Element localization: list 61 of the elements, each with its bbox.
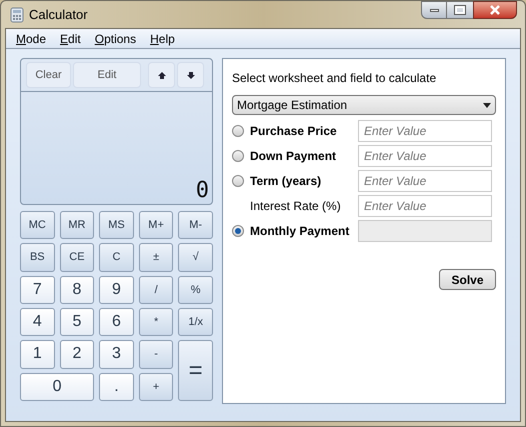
maximize-button[interactable] [447, 1, 473, 19]
close-icon [489, 5, 501, 15]
calculator-key[interactable]: 8 [60, 276, 94, 304]
menu-item[interactable]: Options [94, 30, 136, 48]
calculator-key[interactable]: + [138, 372, 174, 401]
calculator-key[interactable]: = [178, 340, 213, 401]
calculator-key[interactable]: 7 [20, 276, 55, 304]
field-label: Monthly Payment [250, 223, 350, 240]
scroll-up-button[interactable] [148, 62, 175, 88]
value-field[interactable]: Enter Value [358, 195, 492, 217]
calculator-key[interactable]: M+ [138, 211, 174, 240]
minimize-button[interactable] [421, 1, 447, 19]
calculator-key[interactable]: / [138, 276, 174, 304]
radio-button[interactable] [232, 150, 244, 162]
edit-history-button[interactable]: Edit [73, 62, 141, 88]
calculator-key[interactable]: MC [20, 211, 55, 240]
instruction-text: Select worksheet and field to calculate [232, 70, 438, 87]
calculator-key[interactable]: 6 [99, 308, 134, 336]
field-label: Term (years) [250, 173, 322, 190]
value-field[interactable]: Enter Value [358, 120, 492, 142]
clear-history-button[interactable]: Clear [26, 62, 71, 88]
calculator-key[interactable]: 2 [60, 340, 94, 369]
menu-item[interactable]: Edit [60, 30, 81, 48]
calculator-key[interactable]: 4 [20, 308, 55, 336]
calculator-key[interactable]: 9 [99, 276, 134, 304]
display-value: 0 [196, 180, 209, 202]
up-arrow-icon [158, 72, 166, 78]
calculator-key[interactable]: MR [60, 211, 94, 240]
down-arrow-icon [186, 72, 194, 78]
field-label: Down Payment [250, 148, 336, 165]
menu-item[interactable]: Help [150, 30, 175, 48]
calculator-key[interactable]: 1/x [178, 308, 213, 336]
scroll-down-button[interactable] [177, 62, 204, 88]
field-label: Purchase Price [250, 123, 337, 140]
calculator-key[interactable]: 1 [20, 340, 55, 369]
calculator-key[interactable]: % [178, 276, 213, 304]
close-button[interactable] [473, 1, 517, 19]
calculator-key[interactable]: CE [60, 243, 94, 272]
calculator-key[interactable]: 5 [60, 308, 94, 336]
calculator-key[interactable]: ± [138, 243, 174, 272]
calculator-key[interactable]: 0 [20, 372, 94, 401]
radio-button[interactable] [232, 175, 244, 187]
calculator-key[interactable]: M- [178, 211, 213, 240]
worksheet-dropdown[interactable]: Mortgage Estimation [232, 95, 496, 115]
calculator-key[interactable]: √ [178, 243, 213, 272]
value-field[interactable]: Enter Value [358, 145, 492, 167]
calculator-key[interactable]: MS [99, 211, 134, 240]
calculator-key[interactable]: * [138, 308, 174, 336]
field-label: Interest Rate (%) [250, 198, 341, 215]
dropdown-arrow-icon [483, 102, 491, 108]
solve-button[interactable]: Solve [439, 269, 496, 290]
calculator-icon [9, 6, 25, 22]
calculator-key[interactable]: - [138, 340, 174, 369]
calculator-key[interactable]: . [99, 372, 134, 401]
value-field[interactable]: Enter Value [358, 170, 492, 192]
window-title: Calculator [29, 6, 88, 24]
radio-button[interactable] [232, 125, 244, 137]
calculator-key[interactable]: C [99, 243, 134, 272]
calculator-key[interactable]: 3 [99, 340, 134, 369]
calculator-key[interactable]: BS [20, 243, 55, 272]
menu-item[interactable]: Mode [16, 30, 46, 48]
